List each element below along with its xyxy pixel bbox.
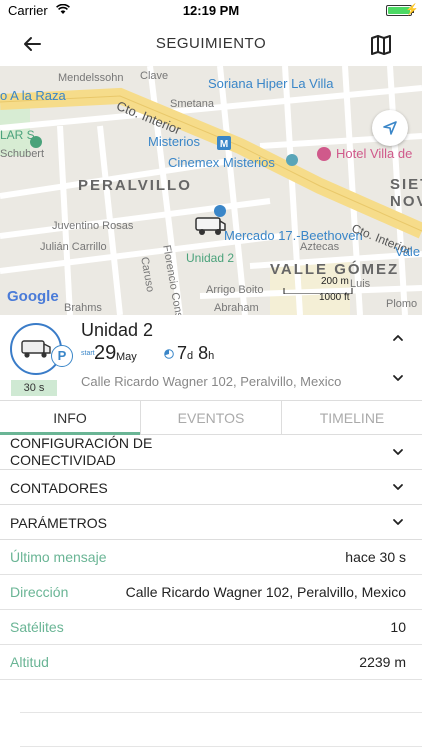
tab-eventos[interactable]: EVENTOS bbox=[141, 401, 281, 435]
info-row-altitude: Altitud 2239 m bbox=[0, 645, 422, 680]
map-label-cinemex: Cinemex Misterios bbox=[168, 155, 275, 170]
chevron-down-icon bbox=[393, 519, 403, 525]
map-label-siet: SIET NOVI bbox=[390, 176, 422, 210]
map-label-raza: o A la Raza bbox=[0, 88, 66, 103]
google-logo: Google bbox=[7, 288, 59, 305]
map-label-misterios: Misterios bbox=[148, 134, 201, 149]
trip-duration: 7d 8h bbox=[177, 343, 215, 363]
info-key: Último mensaje bbox=[10, 549, 107, 565]
section-label: CONTADORES bbox=[10, 480, 108, 496]
info-row-satellites: Satélites 10 bbox=[0, 610, 422, 645]
map-label-clave: Clave bbox=[140, 70, 169, 82]
map-label-unidad: Unidad 2 bbox=[186, 251, 235, 265]
location-arrow-icon bbox=[383, 121, 397, 135]
info-value: 10 bbox=[390, 619, 406, 635]
charging-icon: ⚡ bbox=[405, 4, 419, 16]
map-scale: 200 m 1000 ft bbox=[283, 276, 353, 306]
map-label-schubert: Schubert bbox=[0, 148, 45, 160]
vehicle-name: Unidad 2 bbox=[81, 320, 154, 340]
clock-time: 12:19 PM bbox=[182, 3, 240, 18]
divider bbox=[20, 746, 422, 747]
chevron-down-icon bbox=[393, 449, 403, 455]
map-label-peralvillo: PERALVILLO bbox=[78, 177, 192, 194]
tracking-map[interactable]: M o A la Raza Clave Mendelssohn Soriana … bbox=[0, 66, 422, 315]
map-label-juventino: Juventino Rosas bbox=[52, 220, 134, 232]
tab-info[interactable]: INFO bbox=[0, 401, 140, 435]
map-label-mendelssohn: Mendelssohn bbox=[58, 72, 124, 84]
map-label-brahms: Brahms bbox=[64, 302, 102, 314]
map-label-arrigo: Arrigo Boito bbox=[206, 284, 264, 296]
info-key: Altitud bbox=[10, 654, 49, 670]
nav-bar: SEGUIMIENTO bbox=[0, 22, 422, 66]
info-row-last-message: Último mensaje hace 30 s bbox=[0, 540, 422, 575]
info-value: hace 30 s bbox=[345, 549, 406, 565]
info-value: 2239 m bbox=[359, 654, 406, 670]
section-label: CONFIGURACIÓN DE CONECTIVIDAD bbox=[10, 435, 153, 468]
info-value: Calle Ricardo Wagner 102, Peralvillo, Me… bbox=[125, 584, 406, 600]
map-label-hotel: Hotel Villa de bbox=[336, 146, 413, 161]
chevron-down-icon[interactable] bbox=[390, 370, 406, 386]
map-label-abraham: Abraham bbox=[214, 302, 259, 314]
section-label: PARÁMETROS bbox=[10, 515, 107, 531]
vehicle-panel: P 30 s Unidad 2 start 29 May 7d 8h Calle… bbox=[0, 315, 422, 400]
map-label-luis: Luis bbox=[350, 278, 371, 290]
map-label-vale: Vale bbox=[395, 244, 421, 259]
map-label-julian: Julián Carrillo bbox=[40, 241, 107, 253]
start-month: May bbox=[116, 351, 137, 363]
chevron-down-icon bbox=[393, 484, 403, 490]
tab-bar: INFO EVENTOS TIMELINE bbox=[0, 400, 422, 435]
map-icon[interactable] bbox=[370, 34, 392, 56]
info-row-address: Dirección Calle Ricardo Wagner 102, Pera… bbox=[0, 575, 422, 610]
map-label-mercado: Mercado 17.-Beethoven bbox=[224, 228, 363, 243]
map-label-lar: LAR S bbox=[0, 128, 35, 142]
map-label-aztecas: Aztecas bbox=[300, 241, 340, 253]
clock-icon bbox=[164, 349, 174, 359]
start-day: 29 bbox=[94, 342, 117, 364]
map-label-plomo: Plomo bbox=[386, 298, 418, 310]
info-key: Dirección bbox=[10, 584, 69, 600]
info-key: Satélites bbox=[10, 619, 64, 635]
tab-timeline[interactable]: TIMELINE bbox=[282, 401, 422, 435]
scale-meters: 200 m bbox=[321, 276, 349, 287]
status-bar: Carrier 12:19 PM ⚡ bbox=[0, 0, 422, 22]
map-label-soriana: Soriana Hiper La Villa bbox=[208, 76, 334, 91]
scale-feet: 1000 ft bbox=[319, 292, 350, 303]
start-label: start bbox=[81, 350, 95, 357]
svg-text:M: M bbox=[220, 139, 228, 150]
last-update-chip: 30 s bbox=[11, 380, 57, 396]
section-contadores[interactable]: CONTADORES bbox=[0, 470, 422, 505]
page-title: SEGUIMIENTO bbox=[155, 35, 267, 52]
chevron-up-icon[interactable] bbox=[390, 330, 406, 346]
location-arrow-button[interactable] bbox=[372, 110, 408, 146]
parking-icon: P bbox=[51, 345, 73, 367]
van-marker-icon[interactable] bbox=[194, 212, 228, 238]
divider bbox=[20, 712, 422, 713]
vehicle-address: Calle Ricardo Wagner 102, Peralvillo, Me… bbox=[81, 374, 342, 389]
section-parametros[interactable]: PARÁMETROS bbox=[0, 505, 422, 540]
map-label-smetana: Smetana bbox=[170, 98, 215, 110]
section-conectividad[interactable]: CONFIGURACIÓN DE CONECTIVIDAD bbox=[0, 435, 422, 470]
